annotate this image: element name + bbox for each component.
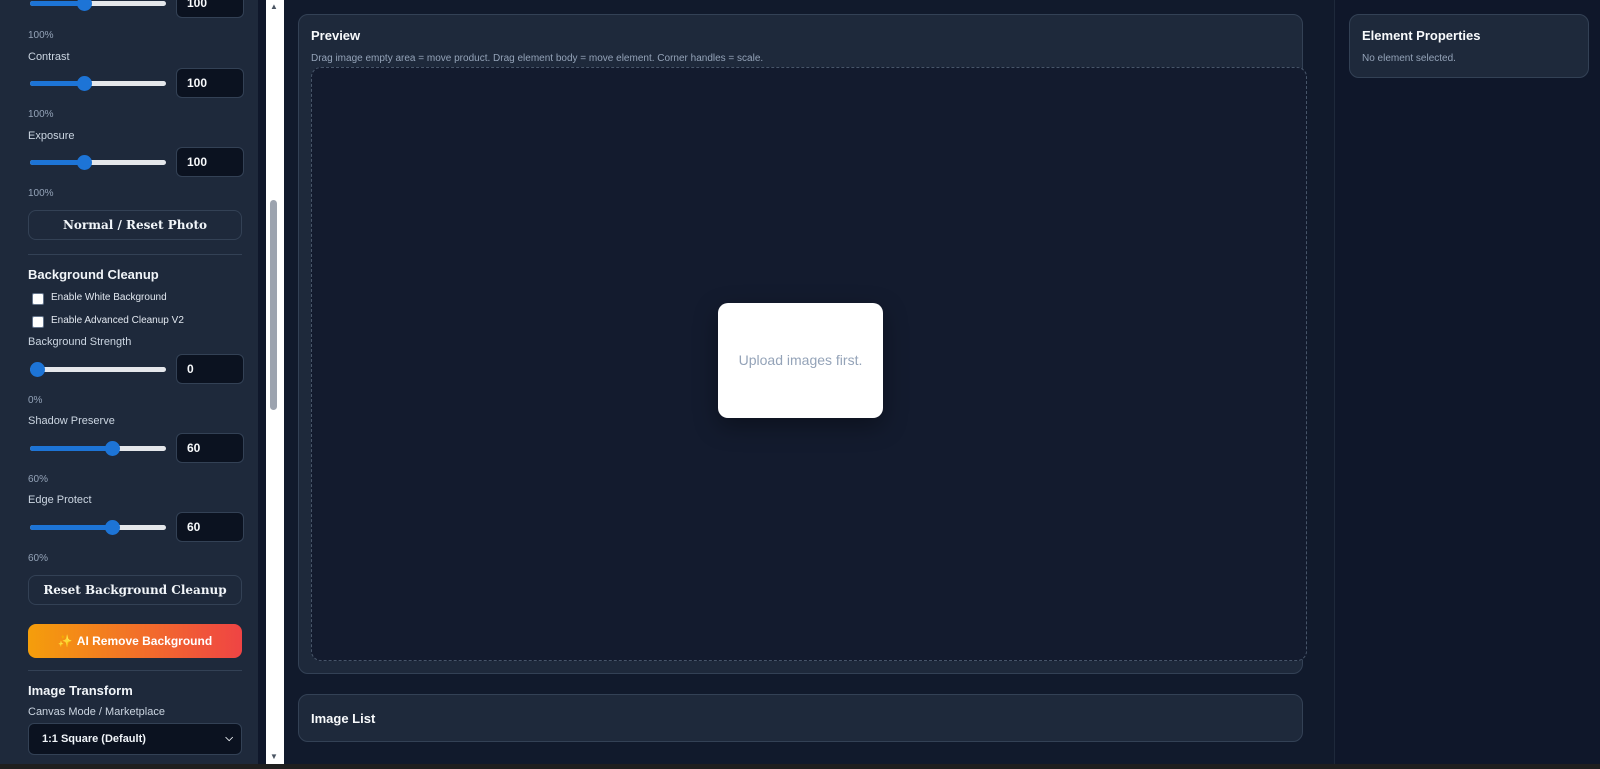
advanced-cleanup-label: Enable Advanced Cleanup V2 bbox=[51, 315, 184, 326]
exposure-slider-track[interactable] bbox=[30, 160, 166, 165]
preview-title: Preview bbox=[311, 28, 361, 43]
scrollbar-thumb[interactable] bbox=[270, 200, 277, 410]
background-strength-thumb[interactable] bbox=[30, 362, 45, 377]
contrast-input[interactable]: 100 bbox=[176, 68, 244, 98]
shadow-preserve-percent: 60% bbox=[28, 474, 49, 485]
background-strength-track[interactable] bbox=[30, 367, 166, 372]
white-background-label: Enable White Background bbox=[51, 292, 167, 303]
shadow-preserve-slider-row: 60 bbox=[28, 433, 246, 465]
contrast-percent: 100% bbox=[28, 109, 54, 120]
element-properties-panel: Element Properties No element selected. bbox=[1349, 14, 1589, 78]
edge-protect-input[interactable]: 60 bbox=[176, 512, 244, 542]
image-list-title: Image List bbox=[311, 711, 376, 726]
edge-protect-thumb[interactable] bbox=[105, 520, 120, 535]
top-slider-input[interactable]: 100 bbox=[176, 0, 244, 18]
contrast-slider-thumb[interactable] bbox=[77, 76, 92, 91]
background-strength-label: Background Strength bbox=[28, 336, 132, 348]
top-slider-track[interactable] bbox=[30, 1, 166, 6]
advanced-cleanup-checkbox[interactable] bbox=[32, 316, 44, 328]
background-strength-slider-row: 0 bbox=[28, 354, 246, 386]
no-element-message: No element selected. bbox=[1362, 53, 1456, 64]
contrast-slider-track[interactable] bbox=[30, 81, 166, 86]
left-sidebar: 100 100% Contrast 100 100% Exposure 100 … bbox=[0, 0, 258, 769]
preview-panel: Preview Drag image empty area = move pro… bbox=[298, 14, 1307, 674]
reset-background-cleanup-button[interactable]: Reset Background Cleanup bbox=[28, 575, 242, 605]
preview-canvas[interactable]: Upload images first. bbox=[311, 67, 1307, 661]
chevron-down-icon: ⌵ bbox=[225, 733, 233, 744]
shadow-preserve-track[interactable] bbox=[30, 446, 166, 451]
main-area: Preview Drag image empty area = move pro… bbox=[284, 0, 1334, 769]
right-panel: Element Properties No element selected. bbox=[1334, 0, 1600, 769]
background-strength-input[interactable]: 0 bbox=[176, 354, 244, 384]
shadow-preserve-input[interactable]: 60 bbox=[176, 433, 244, 463]
shadow-preserve-label: Shadow Preserve bbox=[28, 415, 115, 427]
section-divider bbox=[28, 254, 242, 255]
sidebar-scrollbar[interactable]: ▲ ▼ bbox=[266, 0, 284, 769]
image-transform-title: Image Transform bbox=[28, 683, 133, 698]
background-cleanup-title: Background Cleanup bbox=[28, 267, 159, 282]
canvas-mode-value: 1:1 Square (Default) bbox=[42, 733, 146, 745]
upload-placeholder: Upload images first. bbox=[718, 303, 883, 418]
white-background-checkbox[interactable] bbox=[32, 293, 44, 305]
exposure-slider-thumb[interactable] bbox=[77, 155, 92, 170]
reset-photo-button[interactable]: Normal / Reset Photo bbox=[28, 210, 242, 240]
contrast-label: Contrast bbox=[28, 51, 70, 63]
magic-wand-icon: ✨ bbox=[57, 634, 73, 648]
exposure-label: Exposure bbox=[28, 130, 75, 142]
edge-protect-percent: 60% bbox=[28, 553, 49, 564]
edge-protect-track[interactable] bbox=[30, 525, 166, 530]
background-strength-percent: 0% bbox=[28, 395, 43, 406]
ai-remove-background-button[interactable]: ✨ AI Remove Background bbox=[28, 624, 242, 658]
image-list-panel: Image List bbox=[298, 694, 1303, 742]
canvas-mode-label: Canvas Mode / Marketplace bbox=[28, 706, 165, 718]
element-properties-title: Element Properties bbox=[1362, 28, 1481, 43]
scroll-down-arrow-icon[interactable]: ▼ bbox=[270, 752, 278, 761]
edge-protect-slider-row: 60 bbox=[28, 512, 246, 544]
exposure-slider-row: 100 bbox=[28, 147, 246, 179]
ai-remove-background-label: AI Remove Background bbox=[76, 634, 213, 648]
exposure-percent: 100% bbox=[28, 188, 54, 199]
exposure-input[interactable]: 100 bbox=[176, 147, 244, 177]
top-slider-thumb[interactable] bbox=[77, 0, 92, 11]
canvas-mode-select[interactable]: 1:1 Square (Default) ⌵ bbox=[28, 723, 242, 755]
shadow-preserve-thumb[interactable] bbox=[105, 441, 120, 456]
top-slider-row: 100 bbox=[28, 0, 246, 20]
bottom-edge bbox=[0, 764, 1600, 769]
edge-protect-label: Edge Protect bbox=[28, 494, 92, 506]
contrast-slider-row: 100 bbox=[28, 68, 246, 100]
scroll-up-arrow-icon[interactable]: ▲ bbox=[270, 2, 278, 11]
section-divider-2 bbox=[28, 670, 242, 671]
top-slider-percent: 100% bbox=[28, 30, 54, 41]
preview-hint: Drag image empty area = move product. Dr… bbox=[311, 53, 764, 64]
